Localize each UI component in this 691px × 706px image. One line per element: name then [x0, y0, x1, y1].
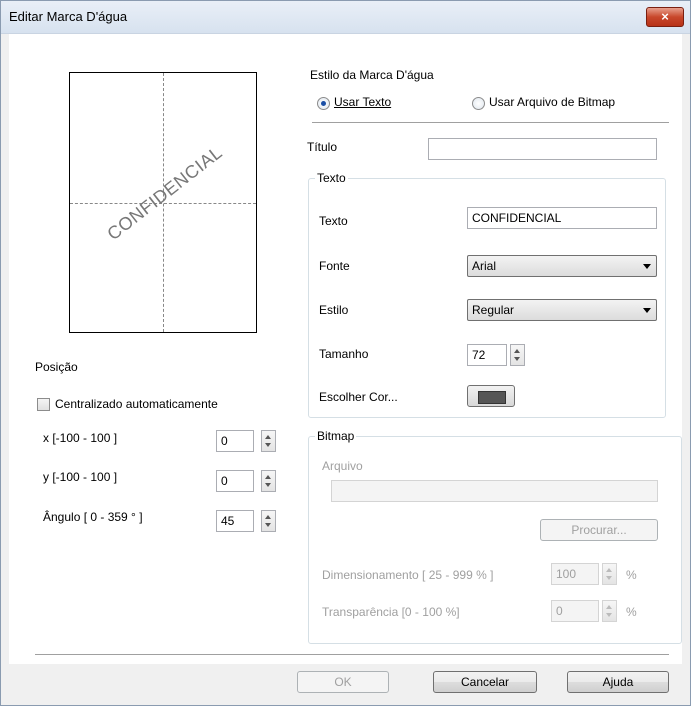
preview-watermark-text: CONFIDENCIAL	[103, 142, 227, 245]
style-label: Estilo	[319, 303, 349, 317]
transparency-input[interactable]: 0	[551, 600, 599, 622]
chevron-down-icon	[643, 264, 651, 269]
ok-button[interactable]: OK	[297, 671, 389, 693]
auto-center-checkbox[interactable]	[37, 398, 50, 411]
file-input[interactable]	[331, 480, 658, 502]
scale-input[interactable]: 100	[551, 563, 599, 585]
footer-separator	[35, 654, 669, 656]
style-select-value: Regular	[472, 303, 515, 317]
use-bitmap-radio[interactable]	[472, 97, 485, 110]
button-bar: OK Cancelar Ajuda	[9, 664, 682, 696]
window-title: Editar Marca D'água	[9, 9, 128, 24]
y-label: y [-100 - 100 ]	[43, 470, 118, 484]
size-input[interactable]: 72	[467, 344, 507, 366]
font-select-value: Arial	[472, 259, 497, 273]
style-separator	[312, 122, 669, 124]
font-select[interactable]: Arial	[467, 255, 657, 277]
browse-button[interactable]: Procurar...	[540, 519, 658, 541]
title-input[interactable]	[428, 138, 657, 160]
angle-input[interactable]: 45	[216, 510, 254, 532]
chevron-down-icon	[643, 308, 651, 313]
size-label: Tamanho	[319, 347, 369, 361]
transparency-stepper[interactable]	[602, 600, 617, 622]
y-input[interactable]: 0	[216, 470, 254, 492]
transparency-label: Transparência [0 - 100 %]	[322, 605, 460, 619]
use-text-label[interactable]: Usar Texto	[334, 95, 391, 109]
text-label: Texto	[319, 214, 348, 228]
dialog-window: Editar Marca D'água × CONFIDENCIAL Posiç…	[0, 0, 691, 706]
text-group-title: Texto	[315, 171, 348, 185]
file-label: Arquivo	[322, 459, 363, 473]
title-label: Título	[307, 140, 338, 154]
help-button[interactable]: Ajuda	[567, 671, 669, 693]
cancel-button[interactable]: Cancelar	[433, 671, 537, 693]
font-label: Fonte	[319, 259, 350, 273]
auto-center-label: Centralizado automaticamente	[55, 397, 218, 411]
text-input[interactable]: CONFIDENCIAL	[467, 207, 657, 229]
dialog-body: CONFIDENCIAL Posição Centralizado automa…	[9, 34, 682, 696]
scale-unit: %	[626, 568, 637, 582]
angle-stepper[interactable]	[261, 510, 276, 532]
x-label: x [-100 - 100 ]	[43, 431, 118, 445]
style-select[interactable]: Regular	[467, 299, 657, 321]
title-bar: Editar Marca D'água ×	[1, 1, 690, 34]
scale-label: Dimensionamento [ 25 - 999 % ]	[322, 568, 494, 582]
transparency-unit: %	[626, 605, 637, 619]
x-input[interactable]: 0	[216, 430, 254, 452]
watermark-preview: CONFIDENCIAL	[69, 72, 257, 333]
use-text-radio[interactable]	[317, 97, 330, 110]
color-picker-button[interactable]	[467, 385, 515, 407]
y-stepper[interactable]	[261, 470, 276, 492]
scale-stepper[interactable]	[602, 563, 617, 585]
bitmap-group-title: Bitmap	[315, 429, 357, 443]
position-heading: Posição	[35, 360, 78, 374]
color-label: Escolher Cor...	[319, 390, 398, 404]
color-swatch	[478, 391, 506, 404]
angle-label: Ângulo [ 0 - 359 ° ]	[43, 510, 143, 524]
size-stepper[interactable]	[510, 344, 525, 366]
x-stepper[interactable]	[261, 430, 276, 452]
style-heading: Estilo da Marca D'água	[310, 68, 434, 82]
close-icon[interactable]: ×	[646, 7, 684, 27]
use-bitmap-label[interactable]: Usar Arquivo de Bitmap	[489, 95, 615, 109]
